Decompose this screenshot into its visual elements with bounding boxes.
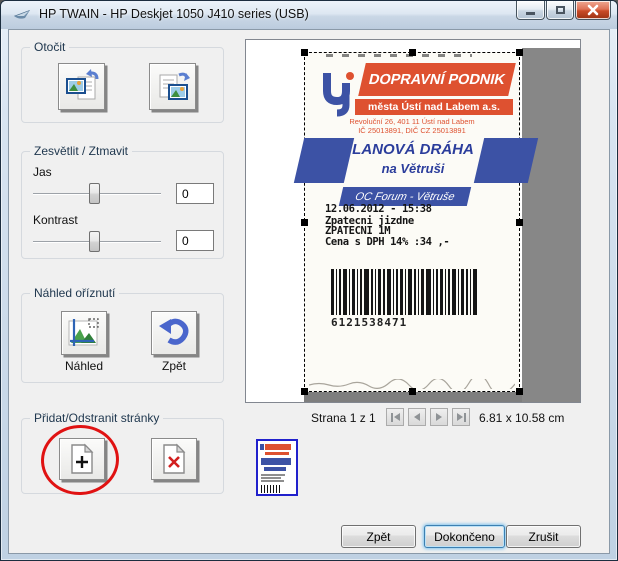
crop-preview-group-label: Náhled oříznutí	[30, 286, 120, 300]
maximize-icon	[555, 6, 565, 14]
selection-handle-top-left[interactable]	[301, 49, 308, 56]
pages-group-label: Přidat/Odstranit stránky	[30, 411, 164, 425]
thumb-logo	[260, 444, 264, 450]
undo-crop-button-label: Zpět	[161, 359, 186, 373]
remove-page-button[interactable]	[151, 438, 197, 480]
rotate-group-label: Otočit	[30, 40, 70, 54]
preview-background-right	[522, 48, 580, 402]
thumb-subbanner	[265, 452, 289, 455]
hp-twain-app-icon	[14, 10, 30, 19]
undo-arrow-icon	[159, 318, 189, 345]
selection-handle-top-center[interactable]	[409, 49, 416, 56]
first-page-button[interactable]	[386, 408, 404, 426]
contrast-slider-thumb[interactable]	[89, 231, 100, 252]
last-page-button[interactable]	[452, 408, 470, 426]
window-title: HP TWAIN - HP Deskjet 1050 J410 series (…	[39, 7, 309, 21]
scanned-ticket-selection[interactable]: DOPRAVNÍ PODNIK města Ústí nad Labem a.s…	[293, 49, 539, 395]
ticket-datetime: 12.06.2012 - 15:38	[325, 203, 432, 215]
close-button[interactable]	[575, 1, 611, 20]
cancel-button[interactable]: Zrušit	[506, 525, 581, 548]
rotate-right-button[interactable]	[149, 63, 196, 110]
done-button[interactable]: Dokončeno	[424, 525, 505, 548]
next-page-button[interactable]	[430, 408, 448, 426]
add-page-icon	[71, 443, 94, 474]
ticket-torn-top-edge	[326, 54, 472, 57]
selection-handle-bottom-right[interactable]	[516, 388, 523, 395]
thumb-textline	[261, 477, 281, 479]
thumb-bluestrip	[264, 467, 286, 471]
ticket-barcode	[331, 269, 477, 315]
brightness-value-input[interactable]	[176, 183, 214, 204]
ticket-company-banner: DOPRAVNÍ PODNIK	[358, 63, 516, 96]
rotate-right-icon	[159, 72, 190, 100]
crop-preview-button[interactable]	[61, 311, 107, 355]
ticket-address: Revoluční 26, 401 11 Ústí nad Labem	[349, 117, 475, 126]
thumb-barcode	[261, 485, 282, 493]
ticket-barcode-number: 6121538471	[331, 316, 408, 329]
scan-dimensions: 6.81 x 10.58 cm	[479, 411, 565, 425]
thumb-textline	[261, 474, 285, 476]
ticket-service-band: LANOVÁ DRÁHA na Větruši	[293, 138, 539, 183]
remove-page-icon	[163, 443, 186, 474]
previous-page-button[interactable]	[408, 408, 426, 426]
first-page-icon-arrow	[393, 413, 400, 421]
last-page-icon-arrow	[456, 413, 463, 421]
ticket-service-line1: LANOVÁ DRÁHA	[352, 141, 474, 158]
ticket-service-line2: na Větruši	[381, 161, 445, 176]
brightness-slider-thumb[interactable]	[89, 183, 100, 204]
selection-handle-middle-right[interactable]	[516, 219, 523, 226]
titlebar[interactable]: HP TWAIN - HP Deskjet 1050 J410 series (…	[1, 1, 617, 29]
selection-handle-bottom-left[interactable]	[301, 388, 308, 395]
transport-company-logo	[323, 72, 354, 117]
minimize-icon	[526, 12, 535, 15]
brightness-label: Jas	[33, 165, 52, 179]
page-status: Strana 1 z 1	[311, 411, 376, 425]
maximize-button[interactable]	[546, 1, 574, 20]
contrast-label: Kontrast	[33, 213, 78, 227]
ticket-registration: IČ 25013891, DIČ CZ 25013891	[358, 126, 466, 135]
crop-preview-icon	[68, 318, 99, 346]
hp-twain-window: HP TWAIN - HP Deskjet 1050 J410 series (…	[0, 0, 618, 561]
contrast-value-input[interactable]	[176, 230, 214, 251]
last-page-icon	[463, 412, 466, 422]
close-icon	[587, 4, 599, 16]
selection-handle-top-right[interactable]	[516, 49, 523, 56]
rotate-left-button[interactable]	[58, 63, 105, 110]
page-thumbnail[interactable]	[256, 439, 298, 496]
add-page-button[interactable]	[59, 438, 105, 480]
brightness-group-label: Zesvětlit / Ztmavit	[30, 144, 133, 158]
crop-preview-button-label: Náhled	[64, 359, 104, 373]
ticket-company-subbanner: města Ústí nad Labem a.s.	[355, 99, 513, 115]
scan-preview-area: DOPRAVNÍ PODNIK města Ústí nad Labem a.s…	[245, 39, 581, 403]
rotate-left-icon	[65, 68, 98, 99]
thumb-banner	[265, 444, 291, 450]
ticket-price-line: Cena s DPH 14% :34 ,-	[325, 236, 450, 248]
thumb-textline	[261, 480, 284, 482]
minimize-button[interactable]	[516, 1, 545, 20]
next-page-icon	[436, 413, 442, 421]
selection-handle-middle-left[interactable]	[301, 219, 308, 226]
contrast-slider[interactable]	[33, 231, 161, 252]
selection-handle-bottom-center[interactable]	[409, 388, 416, 395]
undo-crop-button[interactable]	[151, 311, 197, 355]
thumb-blueband	[261, 458, 291, 465]
brightness-slider[interactable]	[33, 183, 161, 204]
previous-page-icon	[414, 413, 420, 421]
first-page-icon	[390, 412, 393, 422]
back-button[interactable]: Zpět	[341, 525, 416, 548]
